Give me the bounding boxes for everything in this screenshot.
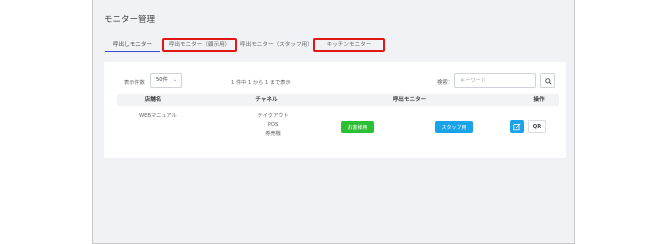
tab-call-monitor-staff[interactable]: 呼出モニター（スタッフ用）	[240, 38, 313, 52]
edit-button[interactable]	[510, 120, 524, 133]
search-icon	[544, 77, 552, 85]
chevron-down-icon: ⌄	[172, 77, 177, 83]
customer-monitor-button[interactable]: お客様用	[341, 121, 374, 133]
edit-icon	[513, 122, 521, 130]
tab-call-monitor-display[interactable]: 呼出モニター（顧示用）	[162, 38, 237, 52]
tab-call-monitor[interactable]: 呼出しモニター	[105, 38, 160, 52]
header-call-monitor: 呼出モニター	[392, 97, 427, 103]
channel-item: 券売機	[265, 131, 281, 137]
display-count-value: 50件	[156, 77, 168, 83]
display-count-label: 表示件数	[124, 80, 145, 86]
search-label: 検索：	[437, 80, 454, 86]
display-count-select[interactable]: 50件 ⌄	[150, 73, 182, 88]
record-count: 1 件中 1 から 1 まで表示	[231, 80, 291, 86]
tab-kitchen-monitor[interactable]: キッチンモニター	[313, 38, 385, 52]
table-header: 店舗名 チャネル 呼出モニター 操作	[117, 94, 559, 106]
header-channel: チャネル	[255, 97, 278, 103]
channel-item: テイクアウト	[257, 113, 289, 119]
qr-button[interactable]: QR	[528, 120, 546, 133]
staff-monitor-button[interactable]: スタッフ用	[435, 121, 473, 133]
channel-list: テイクアウト POS 券売機	[245, 112, 301, 139]
search-input[interactable]	[454, 73, 536, 88]
page-title: モニター管理	[104, 15, 156, 25]
header-actions: 操作	[533, 97, 545, 103]
search-button[interactable]	[540, 73, 555, 88]
header-store: 店舗名	[144, 97, 162, 103]
table-row: WEBマニュアル テイクアウト POS 券売機	[117, 106, 559, 146]
store-name: WEBマニュアル	[139, 113, 177, 119]
channel-item: POS	[267, 122, 279, 128]
